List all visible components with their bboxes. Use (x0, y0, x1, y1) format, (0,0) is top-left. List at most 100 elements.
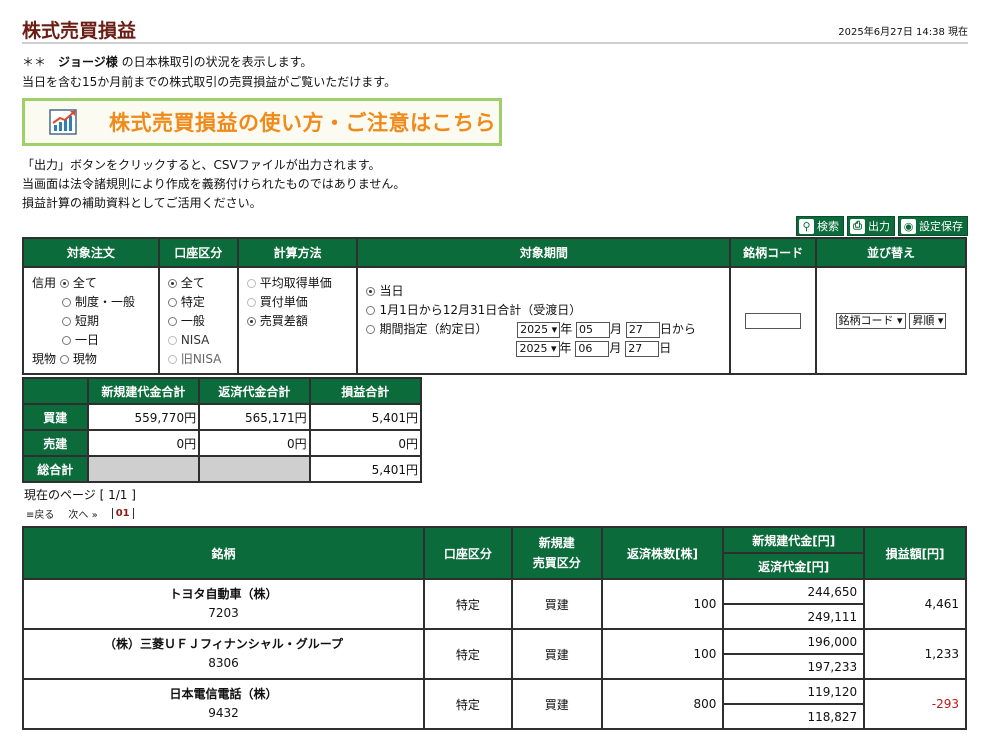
stock-code: 8306 (208, 656, 239, 670)
radio-label: 期間指定（約定日） (379, 322, 488, 336)
radio-order-standard[interactable] (62, 298, 71, 307)
unit-month: 月 (609, 341, 622, 355)
radio-label: 特定 (180, 295, 205, 309)
return-amount-cell: 249,111 (722, 603, 866, 630)
next-label: 次へ (68, 510, 89, 521)
sort-cell: 銘柄コード 昇順 (815, 266, 967, 375)
radio-label: 制度・一般 (75, 295, 136, 309)
search-button-label: 検索 (817, 220, 839, 233)
radio-label: 当日 (379, 284, 404, 298)
summary-corner (22, 377, 89, 405)
radio-order-cash[interactable] (59, 355, 69, 364)
col-pl: 損益額[円] (863, 526, 967, 580)
search-button[interactable]: ⚲ 検索 (796, 216, 844, 236)
page-number-link[interactable]: 01 (111, 508, 134, 519)
radio-label: 売買差額 (259, 314, 308, 328)
export-button[interactable]: ⎙ 出力 (847, 216, 895, 236)
save-settings-label: 設定保存 (919, 220, 963, 233)
qty-cell: 100 (600, 578, 725, 630)
cell-value: 5,401円 (308, 403, 423, 431)
intro-suffix: の日本株取引の状況を表示します。 (117, 55, 313, 69)
stock-code: 9432 (208, 706, 239, 720)
type-cell: 買建 (510, 628, 603, 680)
radio-method-diff[interactable] (246, 317, 256, 326)
summary-row-buy: 買建 559,770円 565,171円 5,401円 (22, 403, 423, 431)
save-settings-button[interactable]: ◉ 設定保存 (898, 216, 968, 236)
radio-label: NISA (180, 333, 210, 347)
row-label: 売建 (22, 429, 89, 457)
cell-value: 565,171円 (198, 403, 311, 431)
to-day-input[interactable]: 27 (625, 340, 660, 357)
radio-label: 現物 (72, 352, 97, 366)
unit-month: 月 (610, 322, 623, 336)
pl-cell: 4,461 (863, 578, 967, 630)
cell-value: 5,401円 (308, 455, 423, 483)
unit-to: 日 (659, 341, 672, 355)
type-cell: 買建 (510, 678, 603, 730)
gear-icon: ◉ (901, 218, 916, 234)
from-month-input[interactable]: 05 (576, 321, 611, 338)
unit-year: 年 (559, 341, 572, 355)
stock-code-input[interactable] (745, 312, 802, 329)
return-amount-cell: 118,827 (722, 703, 866, 730)
note-line: 「出力」ボタンをクリックすると、CSVファイルが出力されます。 (22, 158, 381, 172)
radio-order-all[interactable] (59, 279, 69, 288)
sort-field-select[interactable]: 銘柄コード (835, 312, 906, 329)
unit-from: 日から (659, 322, 696, 336)
radio-account-old-nisa[interactable] (167, 355, 177, 364)
col-return-amount: 返済代金[円] (722, 552, 866, 580)
radio-account-nisa[interactable] (167, 336, 177, 345)
col-qty: 返済株数[株] (600, 526, 725, 580)
timestamp: 2025年6月27日 14:38 現在 (838, 27, 968, 38)
col-new-amount: 新規建代金[円] (722, 526, 866, 554)
account-cell: 特定 (423, 628, 513, 680)
qty-cell: 800 (600, 678, 725, 730)
radio-label: 旧NISA (180, 352, 222, 366)
new-amount-cell: 196,000 (722, 628, 866, 655)
header-method: 計算方法 (236, 237, 359, 268)
row-label: 買建 (22, 403, 89, 431)
next-icon: » (88, 510, 98, 521)
summary-header-ret: 返済代金合計 (198, 377, 311, 405)
from-year-select[interactable]: 2025 (517, 321, 561, 338)
usage-guide-banner[interactable]: 株式売買損益の使い方・ご注意はこちら (22, 98, 502, 146)
qty-cell: 100 (600, 628, 725, 680)
to-month-input[interactable]: 06 (575, 340, 610, 357)
summary-header-new: 新規建代金合計 (86, 377, 201, 405)
radio-order-short[interactable] (62, 317, 71, 326)
radio-label: 短期 (75, 314, 100, 328)
header-account: 口座区分 (157, 237, 239, 268)
next-link[interactable]: 次へ » (68, 506, 97, 521)
header-order: 対象注文 (22, 237, 160, 268)
sort-order-select[interactable]: 昇順 (909, 312, 947, 329)
radio-order-day[interactable] (62, 336, 71, 345)
radio-method-average[interactable] (246, 279, 256, 288)
table-row: トヨタ自動車（株） 7203 特定 買建 100 244,650 4,461 (21, 578, 967, 630)
from-day-input[interactable]: 27 (625, 321, 660, 338)
radio-period-range[interactable] (366, 325, 376, 334)
radio-account-tokutei[interactable] (167, 298, 177, 307)
stock-code: 7203 (208, 606, 239, 620)
col-account: 口座区分 (423, 526, 513, 580)
stock-name-cell: （株）三菱ＵＦＪフィナンシャル・グループ 8306 (21, 628, 426, 680)
export-button-label: 出力 (868, 220, 890, 233)
radio-period-today[interactable] (366, 287, 376, 296)
results-table: 銘柄 口座区分 新規建 売買区分 返済株数[株] 新規建代金[円] 損益額[円]… (21, 526, 967, 730)
cell-value: 559,770円 (86, 403, 201, 431)
radio-method-purchase[interactable] (246, 298, 256, 307)
radio-label: 平均取得単価 (259, 276, 332, 290)
radio-account-all[interactable] (167, 279, 177, 288)
header-sort: 並び替え (815, 237, 967, 268)
header-period: 対象期間 (356, 237, 732, 268)
stock-name: トヨタ自動車（株） (169, 587, 278, 601)
type-cell: 買建 (510, 578, 603, 630)
prev-link[interactable]: ≡戻る (26, 506, 54, 521)
radio-account-ippan[interactable] (167, 317, 177, 326)
credit-label: 信用 (32, 276, 57, 290)
row-label: 総合計 (22, 455, 89, 483)
to-year-select[interactable]: 2025 (516, 340, 560, 357)
stock-name-cell: 日本電信電話（株） 9432 (21, 678, 426, 730)
radio-period-year[interactable] (366, 306, 376, 315)
radio-label: 一日 (75, 333, 100, 347)
cell-empty (86, 455, 201, 483)
